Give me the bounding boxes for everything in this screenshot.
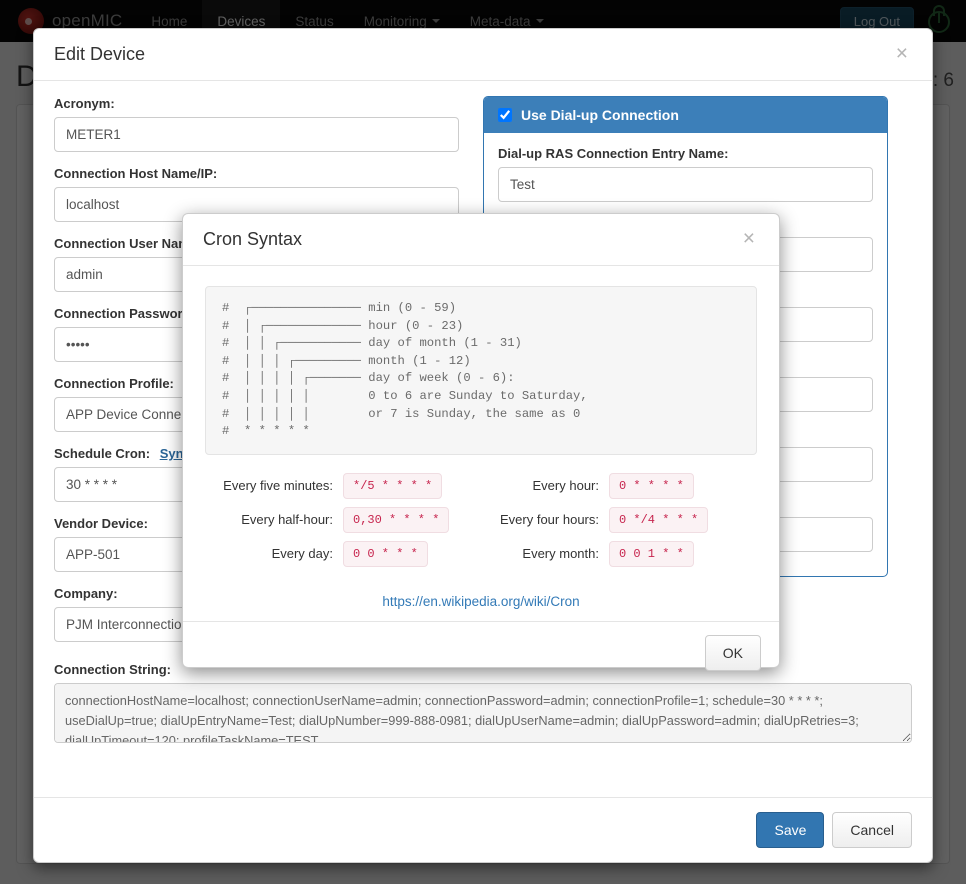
cron-examples-grid: Every five minutes: */5 * * * * Every ho… [213,472,749,567]
cron-example-label: Every hour: [532,478,599,494]
cron-example-code: 0,30 * * * * [343,506,450,533]
cron-wikipedia-link[interactable]: https://en.wikipedia.org/wiki/Cron [382,594,579,609]
cron-example-code: */5 * * * * [343,472,443,499]
schedule-cron-label-text: Schedule Cron: [54,446,151,461]
cron-example-value-cell: 0,30 * * * * [343,506,461,533]
cron-example-label: Every five minutes: [223,478,333,494]
cron-wikipedia-row: https://en.wikipedia.org/wiki/Cron [205,593,757,611]
cron-example-value-cell: 0 0 1 * * [609,540,719,567]
cron-syntax-body: # ┌─────────────── min (0 - 59) # │ ┌───… [183,266,779,621]
dialup-entry-name-input[interactable] [498,167,873,202]
cron-syntax-title: Cron Syntax [203,229,303,249]
cron-example-label: Every four hours: [500,512,599,528]
field-connection-host-label: Connection Host Name/IP: [54,166,218,181]
acronym-input[interactable] [54,117,459,152]
cron-example-code: 0 * * * * [609,472,694,499]
connection-string-textarea[interactable]: connectionHostName=localhost; connection… [54,683,912,743]
cron-example-value-cell: 0 0 * * * [343,540,461,567]
cron-example-label: Every day: [271,546,333,562]
save-button[interactable]: Save [756,812,825,848]
cron-example-label: Every month: [522,546,599,562]
cron-example-code: 0 0 * * * [343,540,428,567]
field-dialup-entry-name: Dial-up RAS Connection Entry Name: [498,146,873,202]
edit-device-header: Edit Device × [34,29,932,81]
cron-diagram: # ┌─────────────── min (0 - 59) # │ ┌───… [205,286,757,455]
close-icon[interactable]: × [890,41,914,66]
field-acronym-label: Acronym: [54,96,115,111]
ok-button[interactable]: OK [704,634,761,671]
cron-syntax-dialog: Cron Syntax × # ┌─────────────── min (0 … [182,213,780,671]
edit-device-title: Edit Device [54,44,146,64]
use-dialup-label: Use Dial-up Connection [521,107,679,123]
cron-example-code: 0 */4 * * * [609,506,709,533]
close-icon[interactable]: × [737,226,761,251]
edit-device-footer: Save Cancel [34,797,932,862]
dialup-panel-header[interactable]: Use Dial-up Connection [484,97,887,133]
cron-example-value-cell: 0 * * * * [609,472,719,499]
field-acronym: Acronym: [54,96,459,152]
cron-example-value-cell: 0 */4 * * * [609,506,719,533]
field-dialup-entry-name-label: Dial-up RAS Connection Entry Name: [498,146,729,161]
cron-example-label: Every half-hour: [241,512,333,528]
use-dialup-checkbox[interactable] [498,108,512,122]
cron-syntax-footer: OK [183,620,779,684]
cancel-button[interactable]: Cancel [832,812,912,848]
cron-syntax-header: Cron Syntax × [183,214,779,266]
cron-example-code: 0 0 1 * * [609,540,694,567]
cron-example-value-cell: */5 * * * * [343,472,461,499]
screen: openMIC Home Devices Status Monitoring M… [0,0,966,884]
